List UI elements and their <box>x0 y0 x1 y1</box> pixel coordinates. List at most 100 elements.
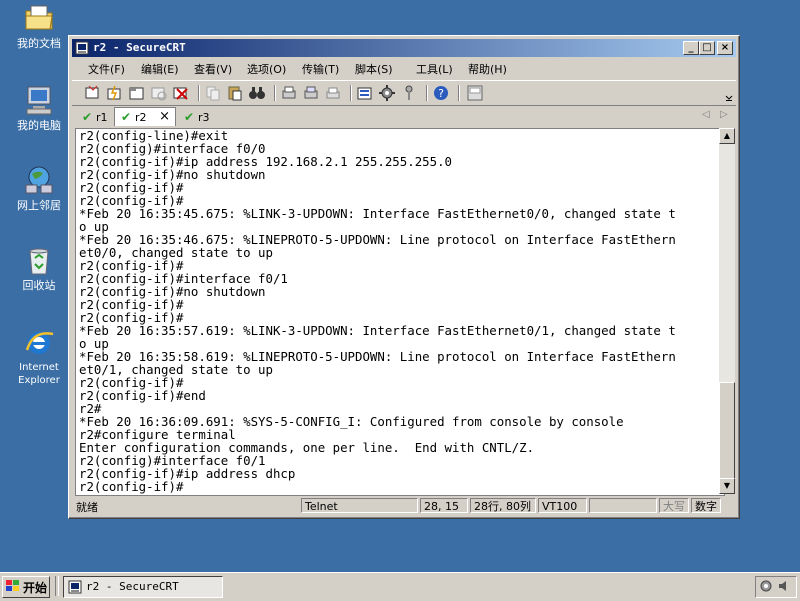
terminal-line: *Feb 20 16:35:57.619: %LINK-3-UPDOWN: In… <box>79 323 676 338</box>
copy-icon <box>206 86 220 101</box>
maximize-button[interactable]: □ <box>699 41 715 55</box>
global-options-button[interactable] <box>378 84 396 102</box>
tab-r2[interactable]: ✔ r2 × <box>114 107 176 126</box>
reconnect-button[interactable] <box>150 84 168 102</box>
quick-connect-button[interactable] <box>106 84 124 102</box>
connect-tab-button[interactable] <box>128 84 146 102</box>
connect-button[interactable] <box>84 84 102 102</box>
close-tab-icon[interactable]: × <box>159 109 170 124</box>
tab-scroll-left-icon[interactable]: ◁ <box>702 109 710 120</box>
desktop-icon-network[interactable]: 网上邻居 <box>4 164 74 212</box>
tab-r3[interactable]: ✔ r3 <box>178 108 212 125</box>
menu-view[interactable]: 查看(V) <box>194 61 232 77</box>
title-bar[interactable]: r2 - SecureCRT _ □ × <box>72 39 736 57</box>
copy-button[interactable] <box>204 84 222 102</box>
tab-label: r1 <box>96 111 108 124</box>
help-icon: ? <box>434 86 448 100</box>
svg-text:?: ? <box>438 87 444 100</box>
help-button[interactable]: ? <box>432 84 450 102</box>
check-icon: ✔ <box>82 110 93 124</box>
desktop-icon-internet-explorer[interactable]: Internet Explorer <box>4 326 74 387</box>
menu-tools[interactable]: 工具(L) <box>416 61 453 77</box>
taskbar-divider <box>55 576 59 596</box>
close-button[interactable]: × <box>717 41 733 55</box>
terminal-view[interactable]: r2(config-line)#exit r2(config)#interface… <box>75 128 725 496</box>
status-size: 28行, 80列 <box>470 498 536 513</box>
minimize-button[interactable]: _ <box>683 41 699 55</box>
securecrt-window: r2 - SecureCRT _ □ × 文件(F) 编辑(E) 查看(V) 选… <box>68 35 740 519</box>
desktop-icon-label: 网上邻居 <box>17 199 61 212</box>
toolbar-separator <box>274 85 275 101</box>
status-emulation: VT100 <box>538 498 587 513</box>
binoculars-icon <box>249 87 265 99</box>
disconnect-button[interactable] <box>172 84 190 102</box>
recycle-bin-icon <box>23 244 55 276</box>
menu-options[interactable]: 选项(O) <box>247 61 286 77</box>
status-blank <box>589 498 657 513</box>
tray-volume-icon[interactable] <box>777 579 791 593</box>
quick-connect-icon <box>107 85 121 101</box>
system-tray <box>755 576 797 598</box>
toolbar-overflow-button[interactable] <box>720 84 733 102</box>
tab-r1[interactable]: ✔ r1 <box>76 108 110 125</box>
status-ready: 就绪 <box>76 501 98 514</box>
start-button[interactable]: 开始 <box>2 576 50 598</box>
toolbar-separator <box>426 85 427 101</box>
session-tab-bar: ✔ r1 ✔ r2 × ✔ r3 ◁ ▷ <box>72 106 736 126</box>
desktop-icon-my-computer[interactable]: 我的电脑 <box>4 84 74 132</box>
terminal-line: r2(config-if)# <box>79 479 184 494</box>
print-selection-icon <box>304 86 318 99</box>
toolbar: ? <box>72 80 736 106</box>
my-documents-icon <box>23 2 55 34</box>
start-label: 开始 <box>23 581 48 595</box>
status-num: 数字 <box>691 498 721 513</box>
paste-button[interactable] <box>226 84 244 102</box>
menu-file[interactable]: 文件(F) <box>88 61 125 77</box>
toolbar-separator <box>350 85 351 101</box>
menu-edit[interactable]: 编辑(E) <box>141 61 179 77</box>
print-icon <box>282 86 296 99</box>
print-selection-button[interactable] <box>302 84 320 102</box>
desktop-icon-recycle-bin[interactable]: 回收站 <box>4 244 74 292</box>
keypad-button[interactable] <box>466 84 484 102</box>
connect-tab-icon <box>129 87 144 100</box>
menu-bar: 文件(F) 编辑(E) 查看(V) 选项(O) 传输(T) 脚本(S) 工具(L… <box>72 58 736 78</box>
chevron-down-icon <box>725 95 733 101</box>
desktop-icon-label: 我的文档 <box>17 37 61 50</box>
tray-network-icon[interactable] <box>759 579 773 593</box>
print-button[interactable] <box>280 84 298 102</box>
session-options-button[interactable] <box>356 84 374 102</box>
terminal-output: r2(config-line)#exit r2(config)#interface… <box>79 129 719 493</box>
tab-label: r2 <box>135 111 147 124</box>
menu-help[interactable]: 帮助(H) <box>468 61 507 77</box>
taskbar-item-securecrt[interactable]: r2 - SecureCRT <box>63 576 223 598</box>
keymap-button[interactable] <box>400 84 418 102</box>
arrow-down-icon: ▼ <box>723 481 731 490</box>
network-icon <box>23 164 55 196</box>
disconnect-icon <box>173 87 188 100</box>
menu-transfer[interactable]: 传输(T) <box>302 61 339 77</box>
desktop-icon-label: 我的电脑 <box>17 119 61 132</box>
desktop-icon-label: Internet Explorer <box>18 362 60 386</box>
securecrt-app-icon <box>75 41 89 55</box>
menu-script[interactable]: 脚本(S) <box>355 61 393 77</box>
terminal-line: r2(config-if)#end <box>79 388 206 403</box>
tab-label: r3 <box>198 111 210 124</box>
connect-icon <box>85 85 99 99</box>
status-caps: 大写 <box>659 498 689 513</box>
scroll-down-button[interactable]: ▼ <box>719 478 735 494</box>
keypad-icon <box>467 85 483 101</box>
tab-scroll-right-icon[interactable]: ▷ <box>720 109 728 120</box>
gear-icon <box>379 85 395 101</box>
arrow-up-icon: ▲ <box>723 131 731 140</box>
status-protocol: Telnet <box>301 498 418 513</box>
terminal-scrollbar[interactable]: ▲ ▼ <box>719 128 735 494</box>
scroll-up-button[interactable]: ▲ <box>719 128 735 144</box>
print-setup-button[interactable] <box>324 84 342 102</box>
find-button[interactable] <box>248 84 266 102</box>
printer-icon <box>326 87 340 99</box>
terminal-line: *Feb 20 16:35:45.675: %LINK-3-UPDOWN: In… <box>79 206 676 221</box>
paste-icon <box>228 86 242 101</box>
desktop-icon-my-documents[interactable]: 我的文档 <box>4 2 74 50</box>
scroll-thumb[interactable] <box>719 382 735 480</box>
